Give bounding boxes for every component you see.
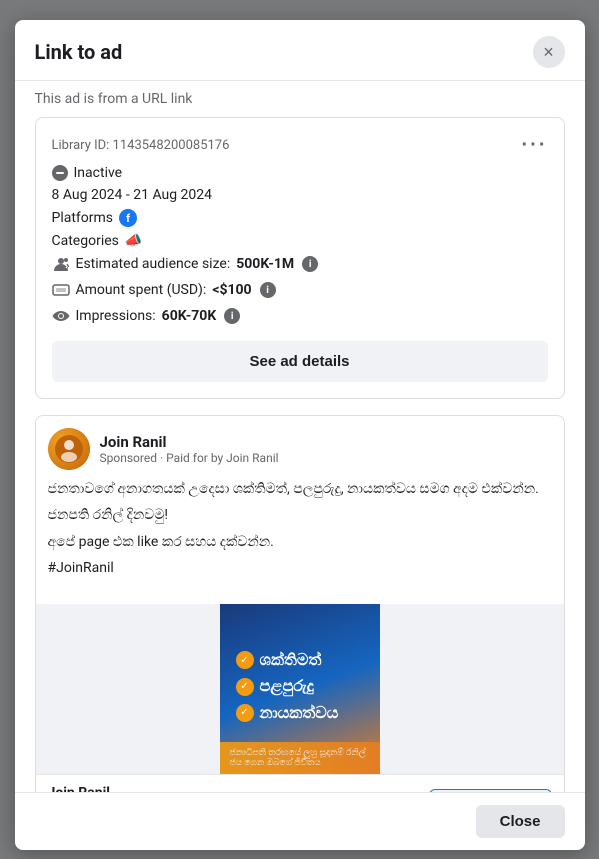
avatar-image — [48, 428, 90, 470]
status-row: Inactive — [52, 165, 548, 181]
ad-page-name: Join Ranil — [100, 433, 279, 451]
impressions-label: Impressions: — [76, 308, 156, 324]
impressions-value: 60K-70K — [162, 308, 217, 324]
close-icon[interactable]: × — [533, 36, 565, 68]
ad-page-info: Join Ranil Sponsored · Paid for by Join … — [100, 433, 279, 465]
ad-text-line1: ජනතාවගේ අනාගතයක් උදෙසා ශක්තිමත්, පලපුරුද… — [48, 478, 552, 500]
platforms-label: Platforms — [52, 210, 114, 226]
audience-label: Estimated audience size: — [76, 256, 231, 272]
ad-image: ✓ ශක්තිමත් ✓ පළපුරුදු ✓ නායකත්වය ජනාධිපත… — [220, 604, 380, 774]
inactive-status-icon — [52, 165, 68, 181]
categories-label: Categories — [52, 233, 119, 249]
footer-page-name: Join Ranil — [48, 785, 167, 792]
facebook-icon: f — [119, 209, 137, 227]
image-text-1: ශක්තිමත් — [260, 649, 322, 671]
modal-subtitle: This ad is from a URL link — [15, 81, 585, 117]
ad-image-container: ✓ ශක්තිමත් ✓ පළපුරුදු ✓ නායකත්වය ජනාධිපත… — [36, 604, 564, 774]
ad-header: Join Ranil Sponsored · Paid for by Join … — [36, 416, 564, 478]
image-checkmark-1: ✓ ශක්තිමත් — [236, 649, 322, 671]
audience-info-icon[interactable]: i — [302, 256, 318, 272]
audience-row: Estimated audience size: 500K-1M i — [52, 255, 548, 273]
date-range: 8 Aug 2024 - 21 Aug 2024 — [52, 187, 548, 203]
image-text-2: පළපුරුදු — [260, 675, 314, 697]
amount-value: <$100 — [212, 282, 251, 298]
amount-row: Amount spent (USD): <$100 i — [52, 281, 548, 299]
see-ad-details-button[interactable]: See ad details — [52, 341, 548, 382]
image-text-3: නායකත්වය — [260, 702, 339, 724]
amount-label: Amount spent (USD): — [76, 282, 207, 298]
modal-footer: Close — [15, 792, 585, 850]
sponsored-label: Sponsored — [100, 451, 157, 465]
ad-page-footer: Join Ranil Community 69,563 people like … — [36, 774, 564, 792]
check-icon-3: ✓ — [236, 704, 254, 722]
ad-info-card: Library ID: 1143548200085176 ··· Inactiv… — [35, 117, 565, 399]
check-icon-1: ✓ — [236, 651, 254, 669]
ad-text-line3: අපේ page එක like කර සහය දක්වන්න. — [48, 531, 552, 553]
ad-body: ජනතාවගේ අනාගතයක් උදෙසා ශක්තිමත්, පලපුරුද… — [36, 478, 564, 596]
check-icon-2: ✓ — [236, 678, 254, 696]
ad-preview: Join Ranil Sponsored · Paid for by Join … — [35, 415, 565, 792]
image-bottom-text: ජනාධිපති තරඟයේ ලුහු සූදානම් රනිල් ජය ගෙන… — [220, 742, 380, 774]
status-text: Inactive — [74, 165, 123, 181]
audience-value: 500K-1M — [236, 256, 294, 272]
image-checkmark-3: ✓ නායකත්වය — [236, 702, 339, 724]
amount-icon — [52, 281, 70, 299]
categories-row: Categories 📣 — [52, 233, 548, 249]
megaphone-icon: 📣 — [125, 233, 142, 249]
library-id-row: Library ID: 1143548200085176 ··· — [52, 134, 548, 157]
page-footer-info: Join Ranil Community 69,563 people like … — [48, 785, 167, 792]
close-button[interactable]: Close — [476, 805, 565, 838]
ad-text-line4: #JoinRanil — [48, 557, 552, 579]
paid-by-label: · Paid for by Join Ranil — [160, 451, 279, 465]
image-checkmark-2: ✓ පළපුරුදු — [236, 675, 314, 697]
platforms-row: Platforms f — [52, 209, 548, 227]
library-id: Library ID: 1143548200085176 — [52, 138, 230, 153]
more-options-button[interactable]: ··· — [522, 134, 548, 157]
ad-sponsored-text: Sponsored · Paid for by Join Ranil — [100, 451, 279, 465]
impressions-row: Impressions: 60K-70K i — [52, 307, 548, 325]
impressions-icon — [52, 307, 70, 325]
audience-icon — [52, 255, 70, 273]
modal-body: Library ID: 1143548200085176 ··· Inactiv… — [15, 117, 585, 792]
impressions-info-icon[interactable]: i — [224, 308, 240, 324]
avatar — [48, 428, 90, 470]
ad-text-line2: ජනපති රනිල් දිනවමු! — [48, 504, 552, 526]
amount-info-icon[interactable]: i — [260, 282, 276, 298]
modal-title: Link to ad — [35, 40, 123, 64]
link-to-ad-modal: Link to ad × This ad is from a URL link … — [15, 20, 585, 850]
modal-header: Link to ad × — [15, 20, 585, 81]
